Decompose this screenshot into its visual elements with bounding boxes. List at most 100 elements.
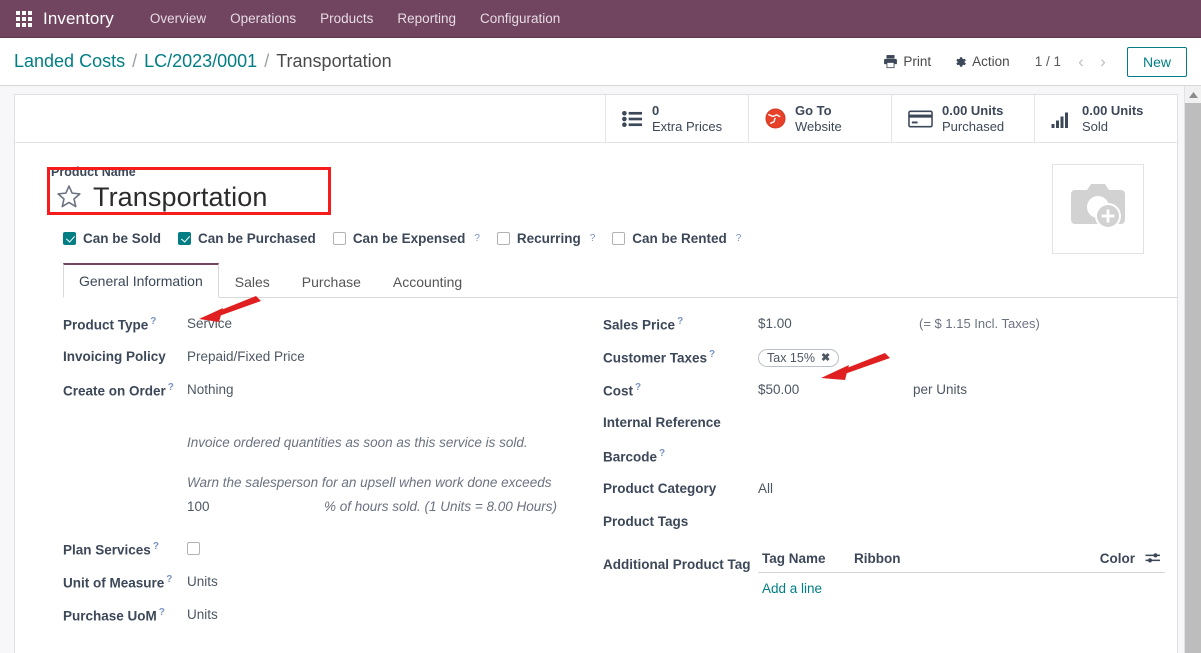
tab-purchase[interactable]: Purchase [286,265,377,298]
checkbox-label: Can be Sold [83,230,162,246]
form-column-left: Product Type? Service Invoicing Policy P… [15,312,595,636]
help-icon[interactable]: ? [474,233,480,244]
checkbox-can-be-sold[interactable]: Can be Sold [63,231,161,246]
field-value[interactable]: Service [187,312,232,331]
smart-label: Extra Prices [652,118,723,134]
smart-value: 0.00 Units [1082,103,1144,119]
scroll-up-icon[interactable] [1185,86,1201,103]
help-icon[interactable]: ? [659,448,665,459]
tab-accounting[interactable]: Accounting [377,265,478,298]
help-icon[interactable]: ? [168,382,174,393]
breadcrumb-parent[interactable]: LC/2023/0001 [144,51,257,72]
field-internal-reference: Internal Reference [603,411,1165,444]
upsell-suffix: % of hours sold. (1 Units = 8.00 Hours) [324,499,557,515]
tab-general-information[interactable]: General Information [63,262,219,298]
column-color[interactable]: Color [1100,551,1135,566]
field-unit-of-measure: Unit of Measure? Units [63,570,595,603]
sliders-icon[interactable] [1145,551,1161,565]
field-label: Product Type? [63,315,157,333]
chevron-right-icon[interactable]: › [1093,50,1113,74]
product-image-placeholder[interactable] [1052,164,1144,254]
smart-label: Sold [1082,118,1109,134]
vertical-scrollbar[interactable] [1184,86,1201,653]
pager-count: 1 / 1 [1034,54,1061,69]
tax-tag-label: Tax 15% [767,350,815,365]
smart-value: Go To [795,103,832,119]
print-button[interactable]: Print [872,49,942,74]
help-icon[interactable]: ? [166,574,172,585]
field-value[interactable]: Nothing [187,378,234,397]
menu-configuration[interactable]: Configuration [468,0,572,38]
help-icon[interactable]: ? [736,233,742,244]
checkbox-can-be-expensed[interactable]: Can be Expensed ? [332,231,480,246]
printer-icon [883,54,898,69]
breadcrumb-root[interactable]: Landed Costs [14,51,125,72]
checkbox-box[interactable] [63,231,76,245]
notebook-tabs: General Information Sales Purchase Accou… [63,262,1177,298]
help-icon[interactable]: ? [159,607,165,618]
field-value[interactable]: Tax 15% ✖ [758,345,840,367]
product-name-value[interactable]: Transportation [93,181,268,214]
smart-value: 0 [652,103,660,119]
field-label: Internal Reference [603,414,721,430]
help-icon[interactable]: ? [150,316,156,327]
checkbox-box[interactable] [178,231,192,245]
field-invoicing-policy: Invoicing Policy Prepaid/Fixed Price [63,345,595,378]
field-value[interactable]: $1.00 [758,312,913,331]
breadcrumb-current: Transportation [276,51,392,71]
field-label: Customer Taxes? [603,348,716,366]
new-button[interactable]: New [1126,46,1187,77]
field-label: Invoicing Policy [63,348,166,364]
apps-grid-icon[interactable] [9,10,39,27]
checkbox-recurring[interactable]: Recurring ? [496,230,596,246]
field-value[interactable]: Prepaid/Fixed Price [187,345,305,364]
checkbox-box[interactable] [612,231,626,245]
close-icon[interactable]: ✖ [821,351,830,364]
field-value[interactable]: Units [187,570,218,589]
add-a-line-button[interactable]: Add a line [758,573,1165,600]
smart-button-extra-prices[interactable]: 0 Extra Prices [605,95,748,142]
menu-reporting[interactable]: Reporting [385,0,468,38]
checkbox-can-be-purchased[interactable]: Can be Purchased [178,231,316,246]
field-label: Purchase UoM? [63,606,165,624]
smart-value: 0.00 Units [942,103,1004,119]
column-ribbon[interactable]: Ribbon [854,551,1100,566]
checkbox-label: Recurring [516,230,581,246]
field-label: Cost? [603,381,642,399]
help-icon[interactable]: ? [635,382,641,393]
checkbox-label: Can be Purchased [198,230,316,246]
plan-services-checkbox[interactable] [187,541,200,555]
checkbox-can-be-rented[interactable]: Can be Rented ? [612,231,741,246]
smart-button-purchased[interactable]: 0.00 Units Purchased [891,95,1034,142]
smart-button-sold[interactable]: 0.00 Units Sold [1034,95,1177,142]
menu-products[interactable]: Products [308,0,385,38]
action-button[interactable]: Action [942,49,1021,74]
tab-sales[interactable]: Sales [219,265,286,298]
column-tag-name[interactable]: Tag Name [762,551,854,566]
menu-operations[interactable]: Operations [218,0,308,38]
checkbox-box[interactable] [496,231,510,245]
cost-uom-suffix: per Units [913,381,968,397]
help-icon[interactable]: ? [590,233,596,244]
star-icon[interactable] [55,183,83,211]
upsell-value[interactable]: 100 [187,499,324,514]
field-label: Additional Product Tag [603,556,751,572]
field-value[interactable]: $50.00 [758,378,913,397]
form-sheet: 0 Extra Prices Go To Website 0.00 Units … [14,94,1178,653]
help-icon[interactable]: ? [153,541,159,552]
chevron-left-icon[interactable]: ‹ [1071,50,1091,74]
action-label: Action [972,54,1010,69]
smart-button-go-to-website[interactable]: Go To Website [748,95,891,142]
menu-overview[interactable]: Overview [138,0,218,38]
scrollbar-thumb[interactable] [1185,103,1201,653]
upsell-help-text: Warn the salesperson for an upsell when … [187,475,552,491]
field-value[interactable]: Units [187,603,218,622]
help-icon[interactable]: ? [709,349,715,360]
bar-chart-icon [1051,110,1073,128]
app-title[interactable]: Inventory [43,9,114,29]
control-panel-actions: Print Action 1 / 1 ‹ › New [872,46,1187,77]
help-icon[interactable]: ? [677,316,683,327]
field-value[interactable]: All [758,477,773,496]
checkbox-box[interactable] [332,231,346,245]
tax-tag[interactable]: Tax 15% ✖ [758,348,840,367]
